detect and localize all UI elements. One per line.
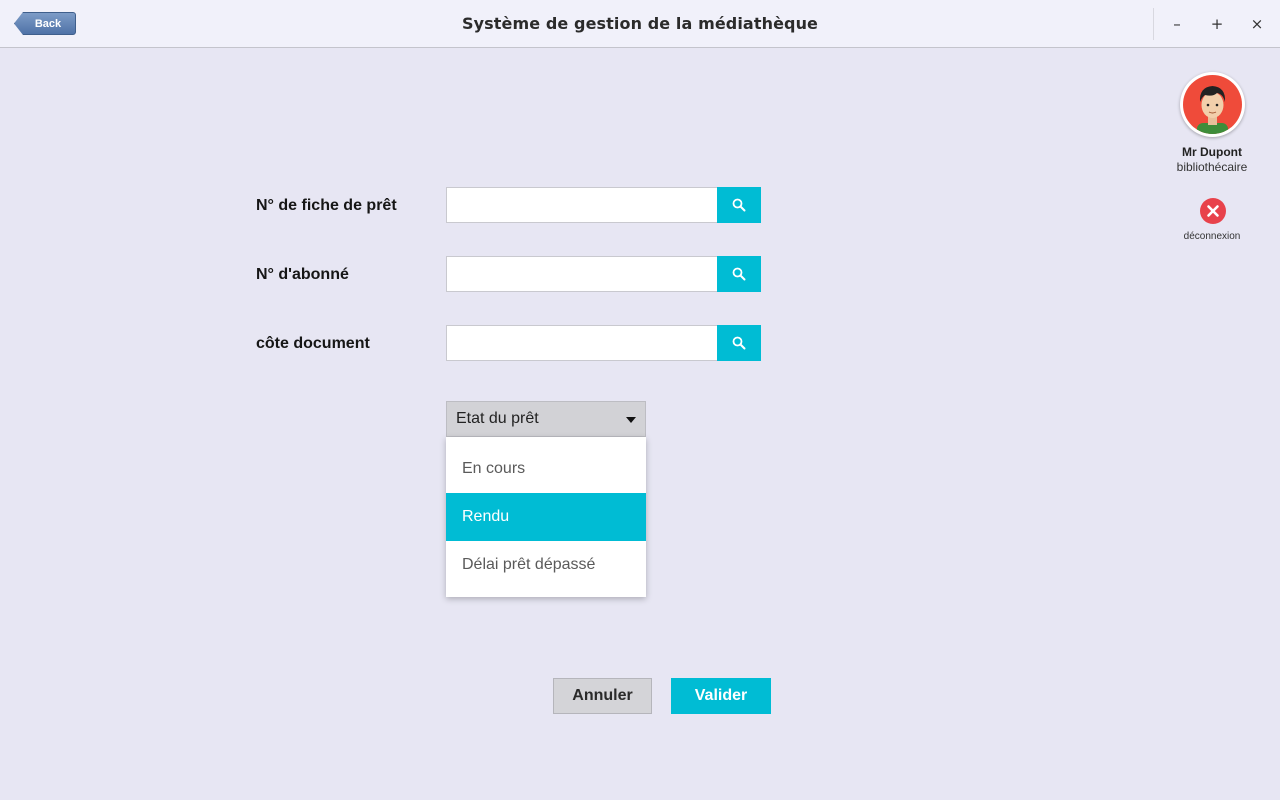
document-code-search-button[interactable] <box>717 325 761 361</box>
subscriber-number-input[interactable] <box>446 256 718 292</box>
validate-button[interactable]: Valider <box>671 678 771 714</box>
loan-number-search-button[interactable] <box>717 187 761 223</box>
search-icon <box>732 267 746 281</box>
option-rendu[interactable]: Rendu <box>446 493 646 541</box>
user-role: bibliothécaire <box>1176 160 1248 174</box>
caret-down-icon <box>626 417 636 423</box>
maximize-button[interactable]: + <box>1205 12 1229 36</box>
titlebar-divider <box>1153 8 1154 40</box>
document-code-input[interactable] <box>446 325 718 361</box>
avatar <box>1180 72 1245 137</box>
search-icon <box>732 198 746 212</box>
option-delai-depasse[interactable]: Délai prêt dépassé <box>446 541 646 589</box>
logout-icon[interactable] <box>1200 198 1226 224</box>
cancel-button[interactable]: Annuler <box>553 678 652 714</box>
user-name: Mr Dupont <box>1182 145 1242 159</box>
logout-link[interactable]: déconnexion <box>1152 231 1272 242</box>
document-code-label: côte document <box>256 335 370 352</box>
minimize-button[interactable]: – <box>1165 12 1189 36</box>
subscriber-number-label: N° d'abonné <box>256 266 349 283</box>
option-en-cours[interactable]: En cours <box>446 445 646 493</box>
user-avatar-icon <box>1183 75 1242 134</box>
loan-status-dropdown: En cours Rendu Délai prêt dépassé <box>446 437 646 597</box>
loan-number-label: N° de fiche de prêt <box>256 197 397 214</box>
loan-status-select[interactable]: Etat du prêt <box>446 401 646 437</box>
loan-number-input[interactable] <box>446 187 718 223</box>
search-icon <box>732 336 746 350</box>
title-bar: Back Système de gestion de la médiathèqu… <box>0 0 1280 48</box>
window-title: Système de gestion de la médiathèque <box>461 14 819 33</box>
subscriber-number-search-button[interactable] <box>717 256 761 292</box>
close-window-button[interactable]: × <box>1245 12 1269 36</box>
loan-status-placeholder: Etat du prêt <box>456 410 539 427</box>
